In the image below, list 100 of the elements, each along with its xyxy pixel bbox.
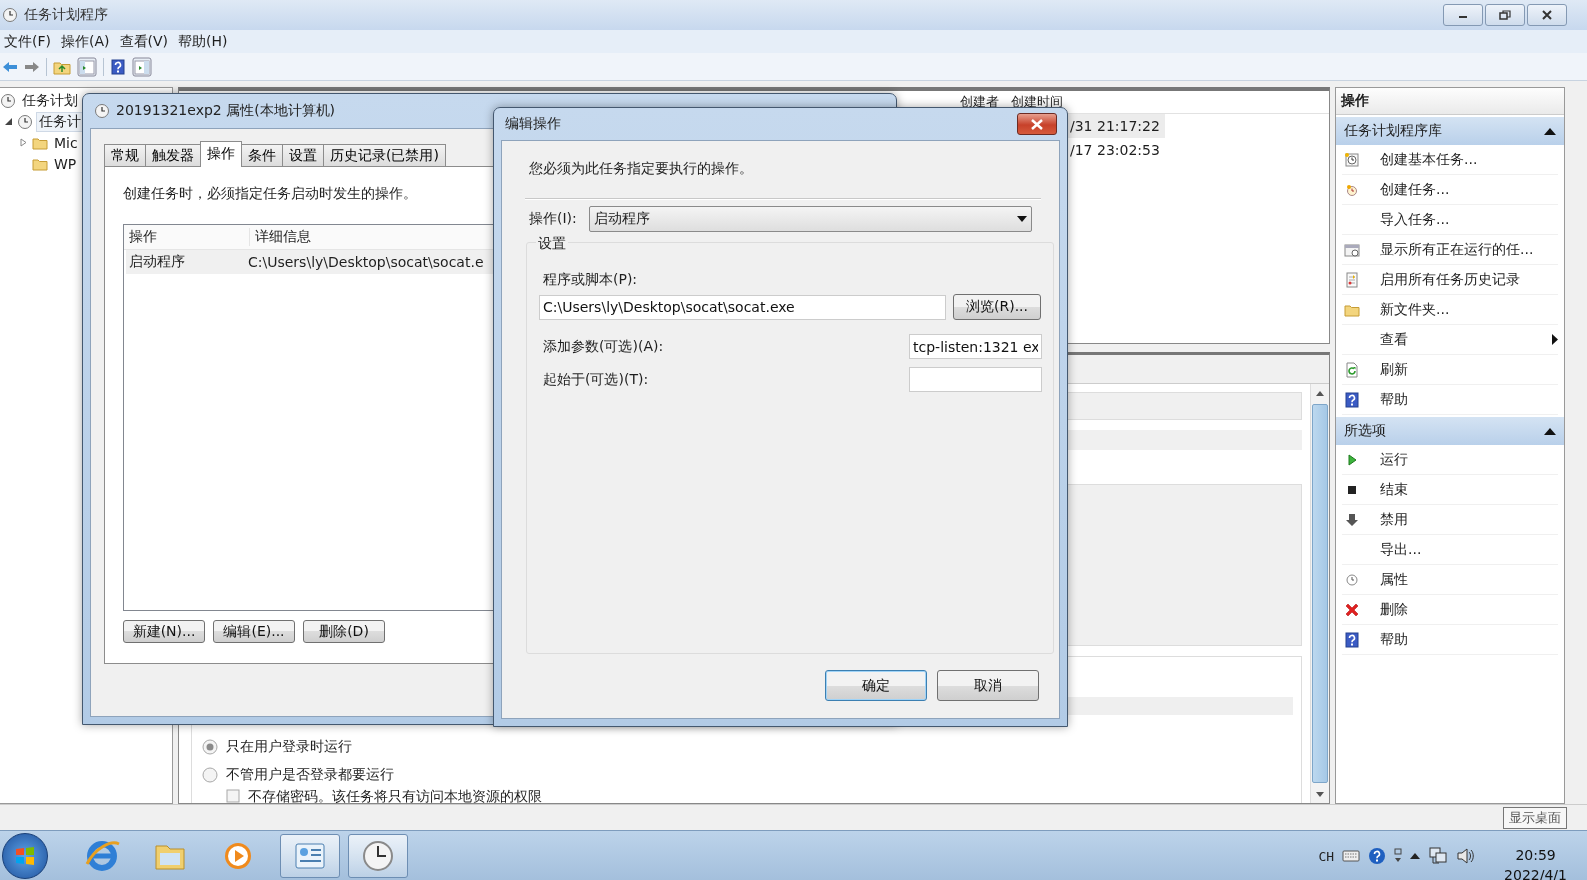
pane-title-text: 操作	[1341, 92, 1369, 110]
caret-icon[interactable]	[1410, 853, 1421, 859]
program-field[interactable]: C:\Users\ly\Desktop\socat\socat.exe	[539, 294, 946, 320]
tooltip: 显示桌面	[1503, 807, 1567, 829]
clock-icon	[1344, 151, 1360, 168]
tree-item[interactable]: Mic	[51, 133, 81, 152]
field-label: 操作(I):	[529, 210, 577, 228]
start-button[interactable]	[2, 833, 48, 879]
refresh-icon	[1344, 361, 1360, 378]
tree-item[interactable]: WP	[51, 154, 80, 173]
group-label: 设置	[536, 235, 568, 253]
time-text: 20:59	[1515, 846, 1556, 865]
checkbox-icon[interactable]	[226, 789, 240, 803]
menu-item[interactable]: 帮助(H)	[176, 32, 236, 51]
action-item[interactable]: 运行	[1342, 445, 1558, 475]
scrollbar[interactable]	[1310, 384, 1329, 803]
taskbar-button[interactable]	[280, 834, 340, 878]
radio-icon[interactable]	[202, 767, 218, 783]
menu-item[interactable]: 查看(V)	[117, 32, 176, 51]
help-icon	[1344, 631, 1360, 648]
expander-icon[interactable]	[3, 117, 13, 126]
up-arrow-icon	[1316, 390, 1324, 396]
action-item[interactable]: 删除	[1342, 595, 1558, 625]
keyboard-icon[interactable]	[1342, 850, 1361, 862]
action-item[interactable]: 创建基本任务...	[1342, 145, 1558, 175]
language-indicator[interactable]: CH	[1318, 848, 1335, 864]
menu-item[interactable]: 操作(A)	[59, 32, 118, 51]
table-cell: /31 21:17:22	[1069, 118, 1160, 134]
help-icon	[1344, 391, 1360, 408]
action-item[interactable]: 刷新	[1342, 355, 1558, 385]
help-icon[interactable]	[1368, 847, 1387, 865]
action-item[interactable]: 创建任务...	[1342, 175, 1558, 205]
maximize-button[interactable]	[1485, 4, 1525, 26]
window-title: 任务计划程序	[24, 6, 108, 24]
action-item[interactable]: 新文件夹...	[1342, 295, 1558, 325]
browse-button[interactable]: 浏览(R)...	[953, 294, 1041, 320]
dialog-button[interactable]: 删除(D)	[303, 620, 385, 643]
dialog-button[interactable]: 新建(N)...	[123, 620, 205, 643]
orb-icon	[13, 844, 37, 868]
action-item[interactable]: 导入任务...	[1342, 205, 1558, 235]
tab[interactable]: 设置	[282, 144, 324, 166]
action-item[interactable]: 结束	[1342, 475, 1558, 505]
submenu-arrow-icon	[1552, 334, 1558, 345]
tab[interactable]: 条件	[241, 144, 283, 166]
action-item[interactable]: 帮助	[1342, 625, 1558, 655]
tab[interactable]: 触发器	[145, 144, 201, 166]
pane-icon[interactable]	[77, 56, 97, 77]
pane-icon[interactable]	[132, 56, 152, 77]
table-cell-text: 启动程序	[128, 253, 186, 271]
dialog-title: 20191321exp2 属性(本地计算机)	[116, 102, 336, 120]
dialog-button[interactable]: 取消	[937, 670, 1039, 701]
clock-icon	[360, 838, 396, 874]
action-item[interactable]: 导出...	[1342, 535, 1558, 565]
restore-icon	[1499, 10, 1511, 20]
section-header[interactable]: 所选项	[1336, 417, 1564, 445]
checkbox-label: 不存储密码。该任务将只有访问本地资源的权限	[248, 788, 542, 803]
description-text: 创建任务时，必须指定任务启动时发生的操作。	[123, 185, 418, 203]
down-arrow-icon	[1344, 511, 1360, 528]
speaker-icon[interactable]	[1456, 847, 1477, 865]
dialog-title: 编辑操作	[505, 115, 561, 133]
description-text: 您必须为此任务指定要执行的操作。	[528, 160, 754, 178]
section-header[interactable]: 任务计划程序库	[1336, 117, 1564, 145]
browser-icon	[84, 838, 120, 874]
dialog-button[interactable]: 确定	[825, 670, 927, 701]
action-item[interactable]: 启用所有任务历史记录	[1342, 265, 1558, 295]
taskbar-button[interactable]	[348, 834, 408, 878]
table-cell-text: C:\Users\ly\Desktop\socat\socat.e	[247, 254, 484, 270]
action-item[interactable]: 帮助	[1342, 385, 1558, 415]
help-icon[interactable]	[110, 58, 126, 75]
radio-label: 只在用户登录时运行	[226, 738, 352, 756]
close-button[interactable]	[1527, 4, 1567, 26]
action-item[interactable]: 禁用	[1342, 505, 1558, 535]
radio-label: 不管用户是否登录都要运行	[226, 766, 394, 784]
action-item[interactable]: 显示所有正在运行的任...	[1342, 235, 1558, 265]
close-icon	[1030, 118, 1044, 130]
clock-icon	[2, 7, 18, 23]
tree-item[interactable]: 任务计	[36, 111, 84, 132]
radio-icon[interactable]	[202, 739, 218, 755]
window-clock-icon	[1344, 241, 1360, 258]
notepad-icon	[1344, 271, 1360, 288]
action-dropdown[interactable]: 启动程序	[588, 206, 1032, 232]
minimize-button[interactable]	[1443, 4, 1483, 26]
tab[interactable]: 历史记录(已禁用)	[323, 144, 446, 166]
start-in-field[interactable]	[909, 367, 1042, 392]
dialog-button[interactable]: 编辑(E)...	[213, 620, 295, 643]
network-icon[interactable]	[1428, 847, 1449, 865]
menu-item[interactable]: 文件(F)	[2, 32, 59, 51]
clock-icon	[1344, 571, 1360, 588]
options-icon[interactable]	[1394, 848, 1403, 864]
action-item[interactable]: 查看	[1342, 325, 1558, 355]
action-item[interactable]: 属性	[1342, 565, 1558, 595]
clock-icon	[17, 113, 33, 130]
tab[interactable]: 常规	[104, 144, 146, 166]
close-icon	[1541, 10, 1553, 20]
tab[interactable]: 操作	[200, 141, 242, 167]
caret-icon	[1017, 216, 1027, 222]
field-label: 起始于(可选)(T):	[542, 369, 650, 389]
column-header[interactable]: 操作	[124, 228, 250, 246]
close-button[interactable]	[1017, 113, 1057, 135]
tree-item[interactable]: 任务计划	[19, 90, 81, 111]
